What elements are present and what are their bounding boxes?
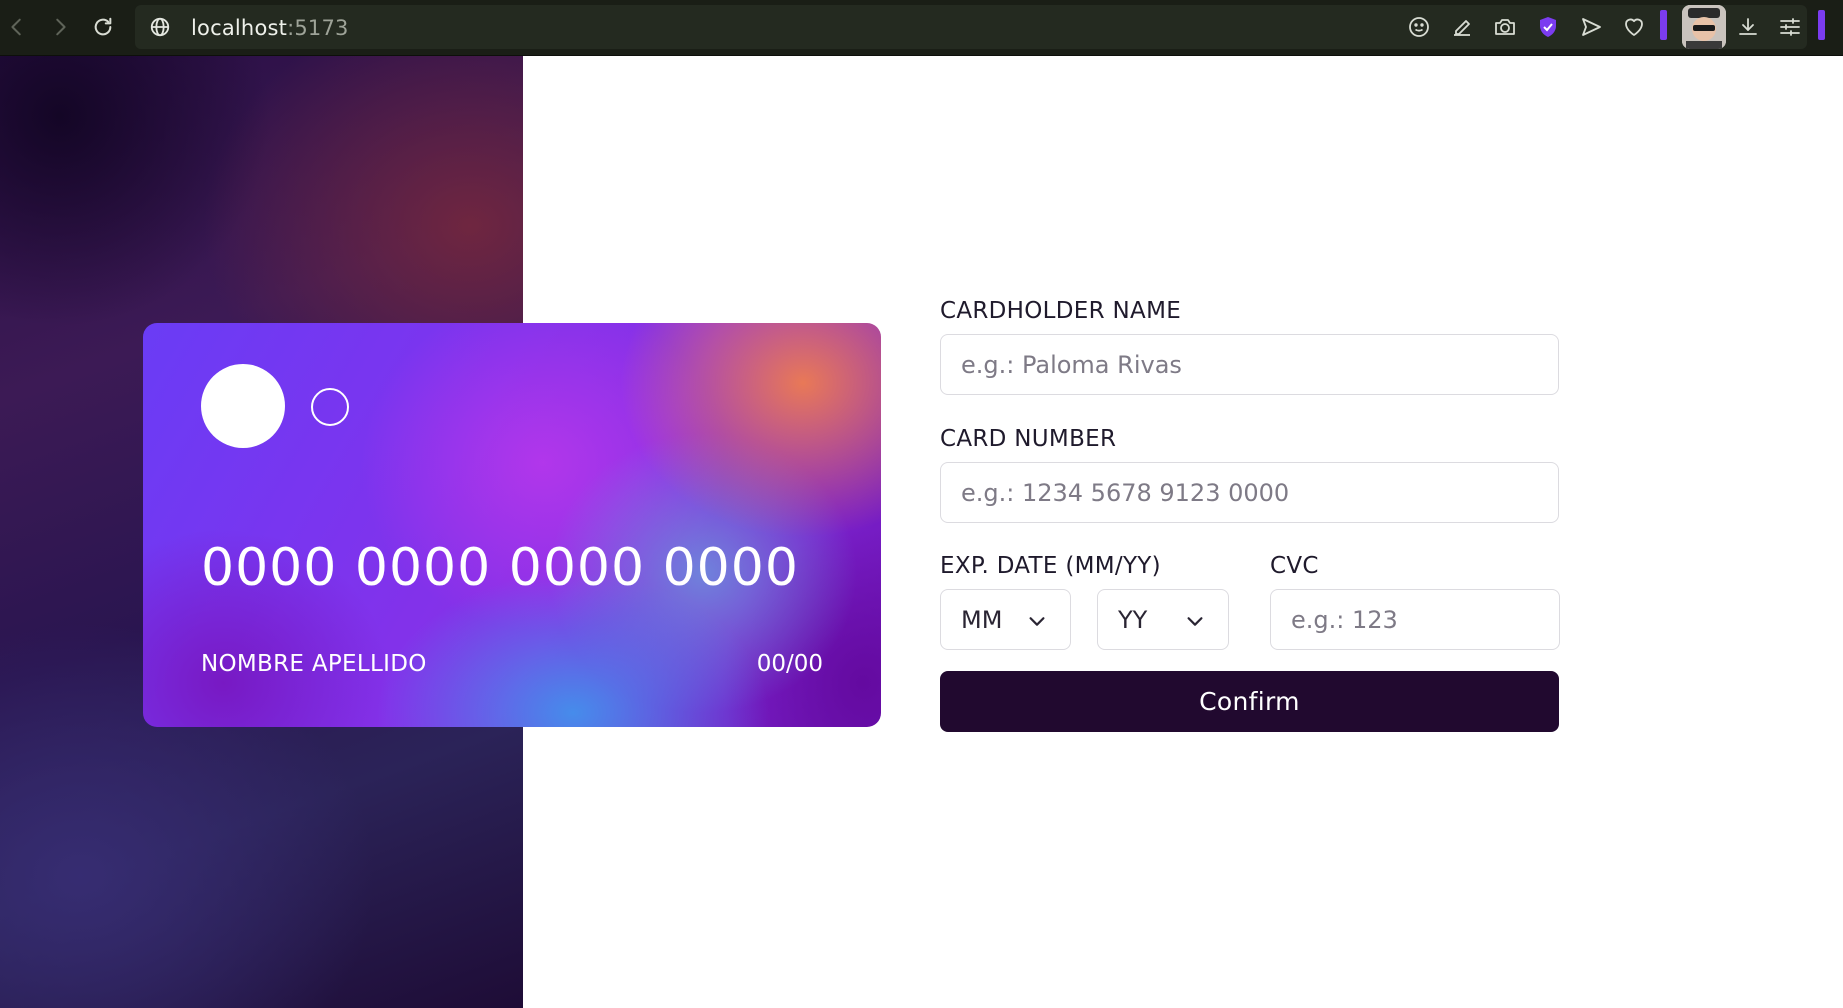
download-button[interactable] xyxy=(1734,13,1762,41)
toolbar-end-bar xyxy=(1818,10,1825,40)
chevron-down-icon xyxy=(1029,617,1045,626)
heart-button[interactable] xyxy=(1620,13,1648,41)
card-number-input[interactable] xyxy=(940,462,1559,523)
shield-icon xyxy=(1540,17,1556,37)
card-preview: 0000 0000 0000 0000 NOMBRE APELLIDO 00/0… xyxy=(143,323,881,727)
cvc-label: CVC xyxy=(1270,553,1319,579)
exp-date-label: EXP. DATE (MM/YY) xyxy=(940,553,1161,579)
send-button[interactable] xyxy=(1577,13,1605,41)
exp-month-select[interactable]: MM xyxy=(940,589,1071,650)
reload-button[interactable] xyxy=(86,10,120,44)
back-button[interactable] xyxy=(0,10,34,44)
card-holder-display: NOMBRE APELLIDO xyxy=(201,651,427,677)
settings-button[interactable] xyxy=(1776,13,1804,41)
forward-button[interactable] xyxy=(43,10,77,44)
chevron-down-icon xyxy=(1187,617,1203,626)
cardholder-name-input[interactable] xyxy=(940,334,1559,395)
card-number-display: 0000 0000 0000 0000 xyxy=(201,538,799,598)
exp-month-value: MM xyxy=(961,606,1003,634)
cvc-input[interactable] xyxy=(1270,589,1560,650)
cardholder-name-label: CARDHOLDER NAME xyxy=(940,298,1182,324)
globe-icon xyxy=(150,17,170,37)
extension-divider xyxy=(1660,10,1667,40)
emoji-button[interactable] xyxy=(1405,13,1433,41)
card-logo-circle xyxy=(201,364,285,448)
heart-icon xyxy=(1625,18,1643,36)
browser-toolbar: localhost:5173 xyxy=(0,0,1843,56)
address-url[interactable]: localhost:5173 xyxy=(191,16,349,40)
forward-icon xyxy=(56,18,66,36)
reload-icon xyxy=(94,17,112,36)
exp-year-select[interactable]: YY xyxy=(1097,589,1229,650)
camera-button[interactable] xyxy=(1491,13,1519,41)
card-number-label: CARD NUMBER xyxy=(940,426,1117,452)
back-icon xyxy=(11,18,21,36)
url-port: :5173 xyxy=(287,16,349,40)
emoji-icon xyxy=(1409,17,1429,37)
avatar[interactable] xyxy=(1682,5,1726,49)
card-logo-ring xyxy=(311,388,349,426)
settings-sliders-icon xyxy=(1780,18,1800,36)
exp-year-value: YY xyxy=(1118,606,1148,634)
card-expiry-display: 00/00 xyxy=(756,651,823,677)
send-icon xyxy=(1582,18,1601,36)
url-host: localhost xyxy=(191,16,288,40)
avatar-icon xyxy=(1682,5,1726,49)
camera-icon xyxy=(1495,19,1515,35)
share-edit-icon xyxy=(1454,20,1470,36)
share-edit-button[interactable] xyxy=(1448,13,1476,41)
confirm-button[interactable]: Confirm xyxy=(940,671,1559,732)
shield-button[interactable] xyxy=(1534,13,1562,41)
download-icon xyxy=(1739,18,1757,35)
